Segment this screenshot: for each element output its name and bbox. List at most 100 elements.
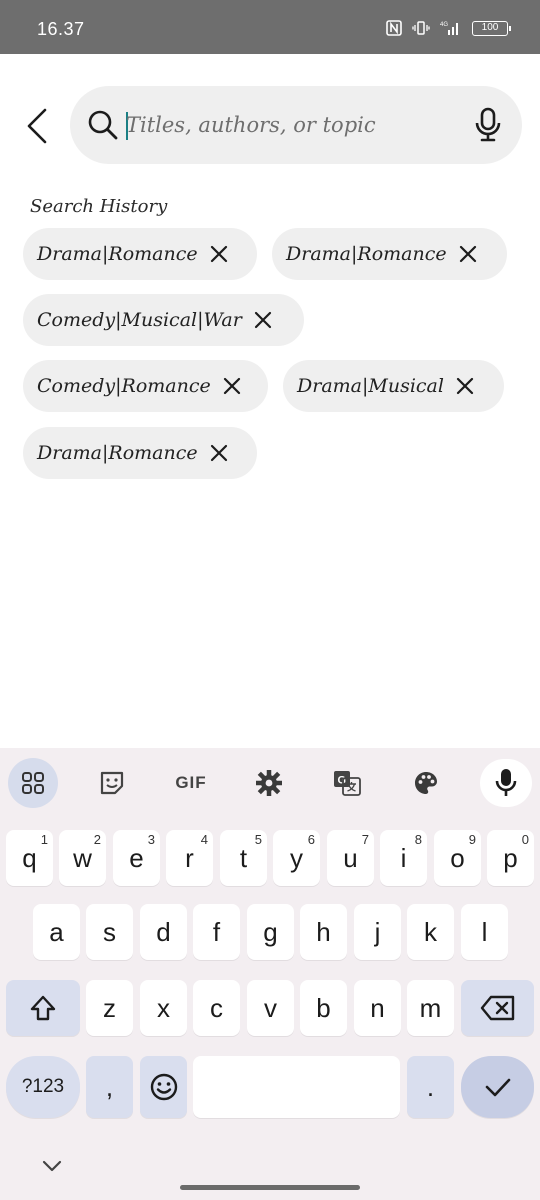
translate-icon: G [334, 771, 361, 796]
backspace-key[interactable] [461, 980, 534, 1036]
key-b[interactable]: b [300, 980, 347, 1036]
history-chip[interactable]: Drama|Romance [23, 427, 257, 479]
emoji-key[interactable] [140, 1056, 187, 1118]
nfc-icon [386, 20, 402, 36]
key-r[interactable]: r4 [166, 830, 213, 886]
status-icons: 4G 100 [386, 20, 511, 36]
palette-icon [415, 772, 437, 794]
svg-text:G: G [338, 775, 347, 787]
shift-key[interactable] [6, 980, 80, 1036]
key-n[interactable]: n [354, 980, 401, 1036]
key-label: w [73, 842, 92, 873]
key-label: p [503, 842, 518, 873]
chevron-down-icon[interactable] [40, 1158, 64, 1174]
key-i[interactable]: i8 [380, 830, 427, 886]
remove-chip-button[interactable] [452, 373, 478, 399]
remove-chip-button[interactable] [206, 440, 232, 466]
key-u[interactable]: u7 [327, 830, 374, 886]
close-icon [223, 377, 240, 395]
key-z[interactable]: z [86, 980, 133, 1036]
period-key[interactable]: . [407, 1056, 454, 1118]
key-j[interactable]: j [354, 904, 401, 960]
key-c[interactable]: c [193, 980, 240, 1036]
key-label: t [239, 842, 248, 873]
history-chip[interactable]: Comedy|Romance [23, 360, 268, 412]
key-hint: 9 [468, 832, 476, 847]
key-s[interactable]: s [86, 904, 133, 960]
history-chip-label: Comedy|Romance [37, 375, 211, 397]
key-h[interactable]: h [300, 904, 347, 960]
gif-button[interactable]: GIF [170, 762, 212, 804]
key-e[interactable]: e3 [113, 830, 160, 886]
period-key-label: . [426, 1071, 435, 1102]
emoji-icon [150, 1073, 177, 1101]
voice-input-button[interactable] [480, 759, 532, 807]
settings-button[interactable] [248, 762, 290, 804]
backspace-icon [480, 995, 514, 1021]
history-chip-label: Comedy|Musical|War [37, 309, 242, 331]
comma-key-label: , [105, 1071, 114, 1102]
key-o[interactable]: o9 [434, 830, 481, 886]
key-g[interactable]: g [247, 904, 294, 960]
gesture-nav-bar[interactable] [180, 1185, 360, 1190]
key-a[interactable]: a [33, 904, 80, 960]
history-chip-label: Drama|Romance [37, 243, 198, 265]
key-d[interactable]: d [140, 904, 187, 960]
key-w[interactable]: w2 [59, 830, 106, 886]
enter-key[interactable] [461, 1056, 534, 1118]
search-input[interactable] [126, 104, 456, 146]
key-label: i [400, 842, 407, 873]
key-label: r [185, 842, 194, 873]
key-label: q [22, 842, 37, 873]
key-hint: 4 [200, 832, 208, 847]
key-hint: 5 [254, 832, 262, 847]
sticker-button[interactable] [91, 762, 133, 804]
close-icon [254, 311, 271, 329]
key-l[interactable]: l [461, 904, 508, 960]
history-chip[interactable]: Drama|Romance [23, 228, 257, 280]
key-x[interactable]: x [140, 980, 187, 1036]
history-chip-label: Drama|Romance [286, 243, 447, 265]
key-hint: 7 [361, 832, 369, 847]
key-label: y [290, 842, 303, 873]
theme-button[interactable] [405, 762, 447, 804]
keyboard: GIF G q1 w2 e3 r4 t5 y6 u7 i8 o9 p0 a s … [0, 748, 540, 1200]
shift-icon [30, 995, 56, 1021]
remove-chip-button[interactable] [250, 307, 276, 333]
remove-chip-button[interactable] [206, 241, 232, 267]
history-chip[interactable]: Comedy|Musical|War [23, 294, 304, 346]
remove-chip-button[interactable] [455, 241, 481, 267]
close-icon [456, 377, 474, 395]
search-icon [88, 110, 118, 140]
back-button[interactable] [20, 104, 54, 148]
apps-grid-icon [22, 772, 44, 794]
key-m[interactable]: m [407, 980, 454, 1036]
spacebar-key[interactable] [193, 1056, 400, 1118]
key-f[interactable]: f [193, 904, 240, 960]
history-chip-label: Drama|Musical [297, 375, 444, 397]
chevron-left-icon [27, 108, 47, 144]
key-y[interactable]: y6 [273, 830, 320, 886]
sticker-icon [100, 771, 124, 795]
key-q[interactable]: q1 [6, 830, 53, 886]
key-v[interactable]: v [247, 980, 294, 1036]
history-chip[interactable]: Drama|Musical [283, 360, 504, 412]
key-hint: 1 [40, 832, 48, 847]
key-k[interactable]: k [407, 904, 454, 960]
search-history-title: Search History [30, 196, 168, 217]
search-bar[interactable] [70, 86, 522, 164]
remove-chip-button[interactable] [219, 373, 245, 399]
symbols-key[interactable]: ?123 [6, 1056, 80, 1118]
key-label: o [450, 842, 465, 873]
comma-key[interactable]: , [86, 1056, 133, 1118]
key-t[interactable]: t5 [220, 830, 267, 886]
microphone-icon[interactable] [472, 106, 504, 144]
status-bar: 16.37 4G 100 [0, 0, 540, 54]
translate-button[interactable]: G [326, 762, 368, 804]
key-p[interactable]: p0 [487, 830, 534, 886]
key-hint: 0 [521, 832, 529, 847]
svg-text:4G: 4G [440, 22, 448, 28]
status-time: 16.37 [37, 19, 85, 39]
history-chip[interactable]: Drama|Romance [272, 228, 507, 280]
apps-grid-button[interactable] [8, 758, 58, 808]
